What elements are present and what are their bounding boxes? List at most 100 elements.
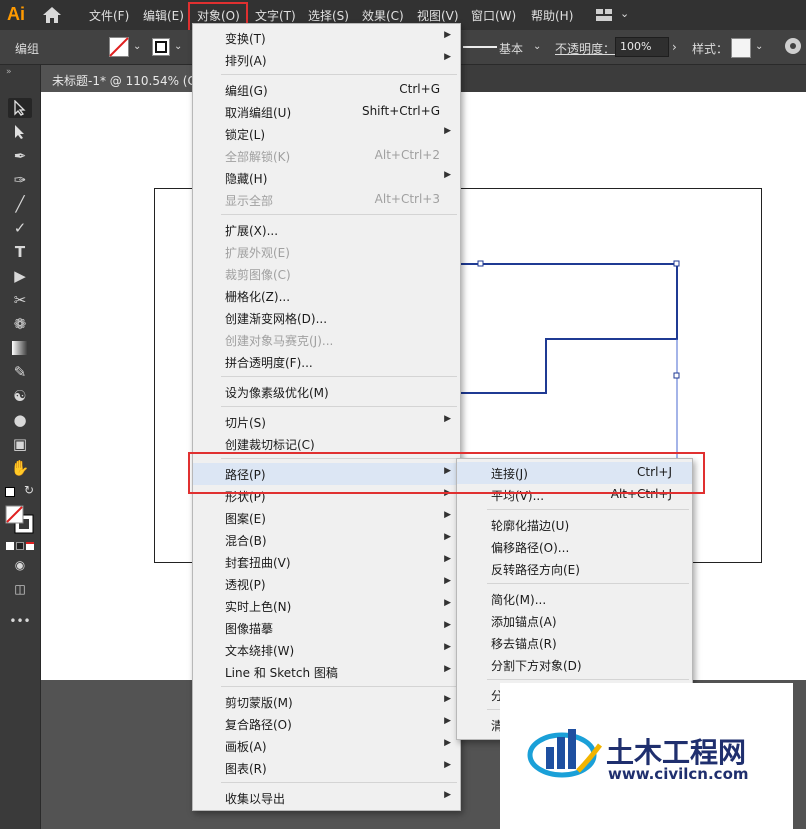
menu-item-label: 图像描摹 xyxy=(225,622,274,636)
object-menu-item[interactable]: 取消编组(U) Shift+Ctrl+G xyxy=(193,101,460,123)
object-menu-item[interactable]: 切片(S) ▶ xyxy=(193,411,460,433)
submenu-arrow-icon: ▶ xyxy=(444,532,451,542)
object-menu-item[interactable]: 透视(P) ▶ xyxy=(193,573,460,595)
object-menu-item: 扩展外观(E) xyxy=(193,241,460,263)
object-menu-item[interactable]: Line 和 Sketch 图稿 ▶ xyxy=(193,661,460,683)
object-menu-item[interactable]: 创建裁切标记(C) xyxy=(193,433,460,455)
menu-item-label: 轮廓化描边(U) xyxy=(491,519,570,533)
menu-separator xyxy=(221,406,457,407)
object-menu-item[interactable]: 画板(A) ▶ xyxy=(193,735,460,757)
object-menu-item[interactable]: 排列(A) ▶ xyxy=(193,49,460,71)
object-menu-item[interactable]: 图像描摹 ▶ xyxy=(193,617,460,639)
menu-item-label: 分割下方对象(D) xyxy=(491,659,582,673)
object-menu-item: 创建对象马赛克(J)... xyxy=(193,329,460,351)
submenu-arrow-icon: ▶ xyxy=(444,488,451,498)
watermark: 土木工程网 www.civilcn.com xyxy=(500,683,793,829)
object-menu-item[interactable]: 路径(P) ▶ xyxy=(193,463,460,485)
object-menu-item[interactable]: 文本绕排(W) ▶ xyxy=(193,639,460,661)
submenu-arrow-icon: ▶ xyxy=(444,414,451,424)
menu-item-label: 编组(G) xyxy=(225,84,268,98)
object-menu-item[interactable]: 隐藏(H) ▶ xyxy=(193,167,460,189)
menu-item-label: 全部解锁(K) xyxy=(225,150,291,164)
menu-item-label: 设为像素级优化(M) xyxy=(225,386,329,400)
menu-item-label: 锁定(L) xyxy=(225,128,266,142)
menu-item-label: 排列(A) xyxy=(225,54,267,68)
menu-separator xyxy=(221,214,457,215)
submenu-arrow-icon: ▶ xyxy=(444,30,451,40)
object-menu-item: 显示全部 Alt+Ctrl+3 xyxy=(193,189,460,211)
object-menu-item[interactable]: 编组(G) Ctrl+G xyxy=(193,79,460,101)
menu-item-label: 图表(R) xyxy=(225,762,267,776)
object-menu-item[interactable]: 创建渐变网格(D)... xyxy=(193,307,460,329)
menu-item-shortcut: Alt+Ctrl+2 xyxy=(374,148,440,162)
menu-item-label: 添加锚点(A) xyxy=(491,615,557,629)
menu-separator xyxy=(221,376,457,377)
menu-separator xyxy=(221,74,457,75)
submenu-arrow-icon: ▶ xyxy=(444,576,451,586)
menu-item-label: 隐藏(H) xyxy=(225,172,268,186)
menu-separator xyxy=(221,458,457,459)
menu-item-shortcut: Shift+Ctrl+G xyxy=(361,104,440,118)
menu-item-label: 创建对象马赛克(J)... xyxy=(225,334,334,348)
object-menu-item[interactable]: 封套扭曲(V) ▶ xyxy=(193,551,460,573)
anchor-point xyxy=(673,260,680,267)
menu-item-label: 平均(V)... xyxy=(491,489,545,503)
menu-separator xyxy=(487,679,689,680)
menu-item-label: 反转路径方向(E) xyxy=(491,563,580,577)
menu-item-label: Line 和 Sketch 图稿 xyxy=(225,666,338,680)
path-submenu-item[interactable]: 添加锚点(A) xyxy=(457,610,692,632)
object-menu-item[interactable]: 收集以导出 ▶ xyxy=(193,787,460,809)
menu-item-label: 形状(P) xyxy=(225,490,266,504)
object-menu-item[interactable]: 变换(T) ▶ xyxy=(193,27,460,49)
path-submenu-item[interactable]: 反转路径方向(E) xyxy=(457,558,692,580)
submenu-arrow-icon: ▶ xyxy=(444,52,451,62)
path-submenu-item[interactable]: 移去锚点(R) xyxy=(457,632,692,654)
menu-item-label: 简化(M)... xyxy=(491,593,547,607)
menu-separator xyxy=(221,782,457,783)
object-menu-item[interactable]: 复合路径(O) ▶ xyxy=(193,713,460,735)
menu-item-label: 图案(E) xyxy=(225,512,266,526)
object-menu-item[interactable]: 拼合透明度(F)... xyxy=(193,351,460,373)
object-menu-item[interactable]: 图表(R) ▶ xyxy=(193,757,460,779)
menu-item-label: 拼合透明度(F)... xyxy=(225,356,313,370)
path-submenu-item[interactable]: 偏移路径(O)... xyxy=(457,536,692,558)
menu-item-label: 取消编组(U) xyxy=(225,106,292,120)
path-submenu-item[interactable]: 连接(J) Ctrl+J xyxy=(457,462,692,484)
menu-item-label: 扩展外观(E) xyxy=(225,246,290,260)
menu-item-label: 偏移路径(O)... xyxy=(491,541,570,555)
object-menu-item[interactable]: 形状(P) ▶ xyxy=(193,485,460,507)
menu-item-label: 文本绕排(W) xyxy=(225,644,295,658)
object-menu-dropdown: 变换(T) ▶ 排列(A) ▶ 编组(G) Ctrl+G 取消编组(U) Shift+Ctrl… xyxy=(192,23,461,811)
object-menu-item[interactable]: 混合(B) ▶ xyxy=(193,529,460,551)
menu-separator xyxy=(221,686,457,687)
object-menu-item[interactable]: 锁定(L) ▶ xyxy=(193,123,460,145)
watermark-url: www.civilcn.com xyxy=(608,765,749,783)
submenu-arrow-icon: ▶ xyxy=(444,738,451,748)
menu-item-label: 栅格化(Z)... xyxy=(225,290,291,304)
menu-item-label: 显示全部 xyxy=(225,194,274,208)
menu-item-label: 收集以导出 xyxy=(225,792,286,806)
object-menu-item[interactable]: 设为像素级优化(M) xyxy=(193,381,460,403)
path-submenu-item[interactable]: 轮廓化描边(U) xyxy=(457,514,692,536)
object-menu-item[interactable]: 实时上色(N) ▶ xyxy=(193,595,460,617)
submenu-arrow-icon: ▶ xyxy=(444,716,451,726)
menu-item-label: 混合(B) xyxy=(225,534,267,548)
path-submenu-item[interactable]: 分割下方对象(D) xyxy=(457,654,692,676)
path-submenu-item[interactable]: 简化(M)... xyxy=(457,588,692,610)
object-menu-item[interactable]: 图案(E) ▶ xyxy=(193,507,460,529)
submenu-arrow-icon: ▶ xyxy=(444,554,451,564)
object-menu-item[interactable]: 栅格化(Z)... xyxy=(193,285,460,307)
menu-item-label: 复合路径(O) xyxy=(225,718,292,732)
submenu-arrow-icon: ▶ xyxy=(444,694,451,704)
menu-item-label: 画板(A) xyxy=(225,740,267,754)
submenu-arrow-icon: ▶ xyxy=(444,620,451,630)
menu-item-label: 移去锚点(R) xyxy=(491,637,557,651)
path-submenu-item[interactable]: 平均(V)... Alt+Ctrl+J xyxy=(457,484,692,506)
object-menu-item[interactable]: 剪切蒙版(M) ▶ xyxy=(193,691,460,713)
menu-item-shortcut: Alt+Ctrl+3 xyxy=(374,192,440,206)
submenu-arrow-icon: ▶ xyxy=(444,664,451,674)
menu-item-label: 实时上色(N) xyxy=(225,600,292,614)
menu-item-label: 创建裁切标记(C) xyxy=(225,438,315,452)
object-menu-item[interactable]: 扩展(X)... xyxy=(193,219,460,241)
watermark-logo-icon xyxy=(527,729,602,778)
